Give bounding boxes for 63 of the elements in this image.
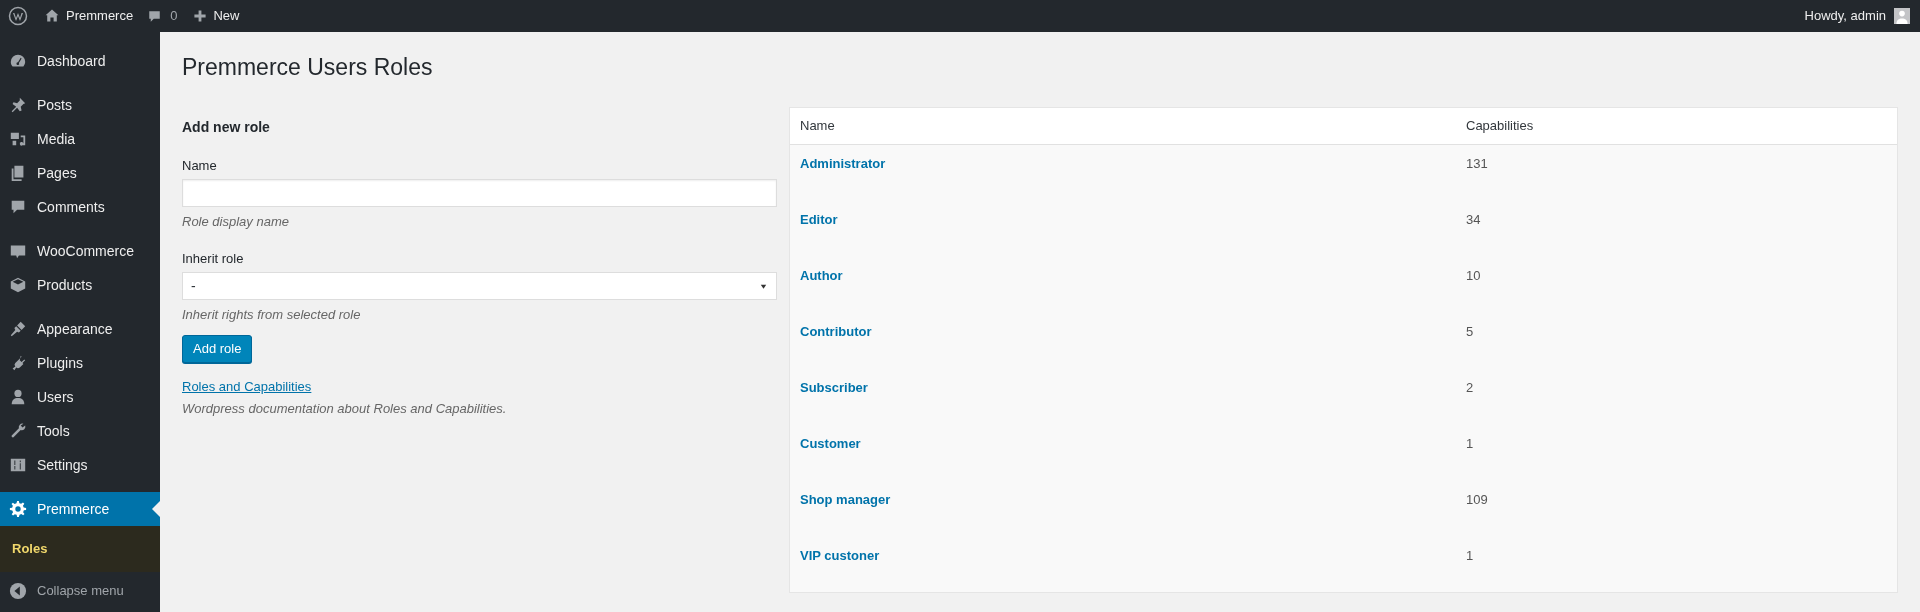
role-name-link[interactable]: Shop manager: [800, 491, 891, 507]
role-name-link[interactable]: Customer: [800, 435, 861, 451]
sidebar-item[interactable]: Tools: [0, 414, 160, 448]
capabilities-count: 34: [1466, 210, 1482, 229]
field-hint: Inherit rights from selected role: [182, 306, 362, 324]
collapse-icon: [9, 581, 27, 600]
current-pointer-icon: [152, 501, 160, 517]
capabilities-count: 2: [1466, 378, 1475, 397]
field-label: Inherit role: [182, 249, 245, 268]
column-header: Capabilities: [1466, 116, 1535, 135]
wrench-icon: [9, 422, 27, 440]
comment-icon: [147, 8, 163, 24]
account-link[interactable]: Howdy, admin: [1804, 6, 1912, 26]
role-name-link[interactable]: Editor: [800, 211, 838, 227]
inherit-role-dropdown[interactable]: -: [182, 272, 777, 300]
sidebar-item[interactable]: Comments: [0, 190, 160, 224]
column-header: Name: [800, 116, 836, 135]
sidebar-item[interactable]: Users: [0, 380, 160, 414]
sidebar-item[interactable]: Settings: [0, 448, 160, 482]
capabilities-count: 109: [1466, 490, 1489, 509]
sidebar-item[interactable]: Posts: [0, 88, 160, 122]
capabilities-count: 131: [1466, 154, 1489, 173]
collapse-menu-button[interactable]: Collapse menu: [0, 573, 160, 608]
submenu-item[interactable]: Roles: [0, 533, 160, 565]
wordpress-logo-icon: [8, 6, 28, 26]
form-heading: Add new role: [182, 117, 271, 137]
role-name-link[interactable]: Contributor: [800, 323, 872, 339]
documentation-link[interactable]: Roles and Capabilities: [182, 376, 312, 396]
comments-link[interactable]: 0: [147, 6, 178, 26]
new-link[interactable]: New: [193, 6, 240, 26]
add-role-button[interactable]: Add role: [182, 334, 253, 363]
capabilities-count: 5: [1466, 322, 1475, 341]
documentation-note: Wordpress documentation about Roles and Capabilities.: [182, 400, 508, 418]
sidebar-item[interactable]: Dashboard: [0, 44, 160, 78]
home-icon: [44, 8, 60, 24]
field-hint: Role display name: [182, 213, 290, 231]
sidebar-item[interactable]: Appearance: [0, 312, 160, 346]
sidebar-item[interactable]: Products: [0, 268, 160, 302]
role-name-link[interactable]: Subscriber: [800, 379, 868, 395]
sidebar-item[interactable]: Pages: [0, 156, 160, 190]
plus-icon: [193, 9, 208, 23]
capabilities-count: 1: [1466, 546, 1475, 565]
settings-icon: [9, 500, 27, 518]
page-title: Premmerce Users Roles: [182, 53, 434, 82]
role-name-link[interactable]: Administrator: [800, 155, 886, 171]
sliders-icon: [9, 456, 27, 474]
sidebar-item[interactable]: Premmerce: [0, 492, 160, 526]
avatar-icon: [1894, 8, 1910, 24]
pushpin-icon: [9, 96, 27, 114]
user-icon: [9, 388, 27, 406]
capabilities-count: 1: [1466, 434, 1475, 453]
media-icon: [9, 130, 27, 148]
field-label: Name: [182, 156, 218, 175]
role-name-link[interactable]: VIP custoner: [800, 547, 880, 563]
box-icon: [9, 276, 27, 294]
role-name-link[interactable]: Author: [800, 267, 843, 283]
capabilities-count: 10: [1466, 266, 1482, 285]
sidebar-item[interactable]: Media: [0, 122, 160, 156]
sidebar-item[interactable]: Plugins: [0, 346, 160, 380]
name-input-field[interactable]: [182, 179, 777, 207]
sidebar-item[interactable]: WooCommerce: [0, 234, 160, 268]
brush-icon: [9, 320, 27, 338]
site-link[interactable]: Premmerce: [44, 6, 134, 26]
